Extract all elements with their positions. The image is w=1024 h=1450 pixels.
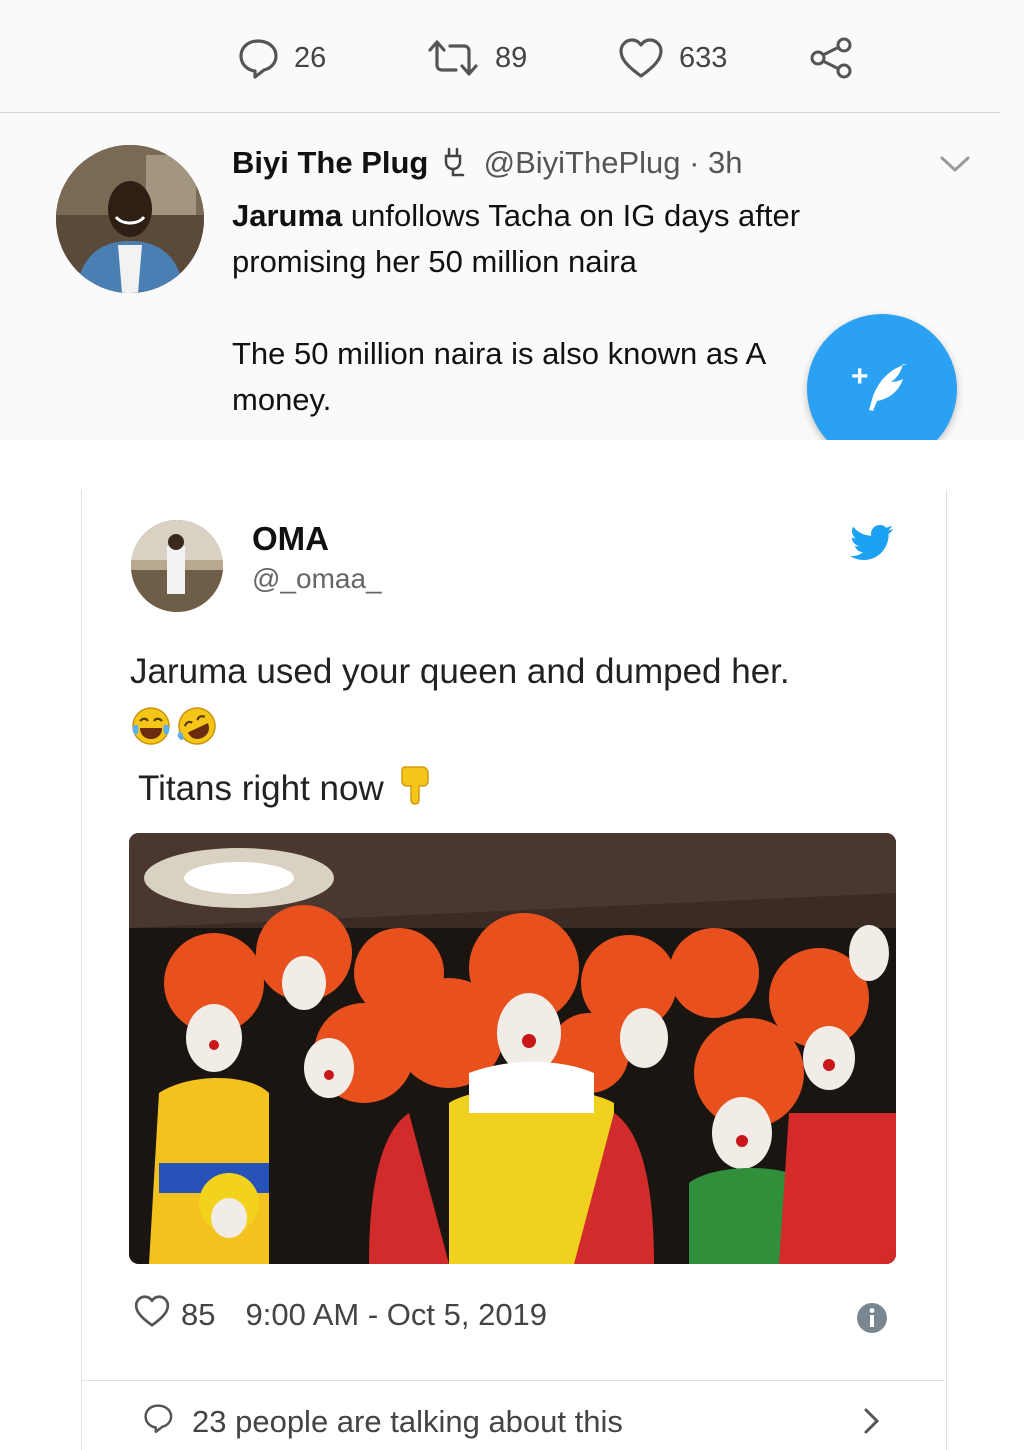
compose-tweet-button[interactable]: + xyxy=(807,314,957,440)
talking-count-text: 23 people are talking about this xyxy=(192,1404,623,1439)
emoji-row xyxy=(130,705,218,752)
tweet-photo[interactable] xyxy=(129,833,896,1264)
titans-line: Titans right now xyxy=(138,763,432,814)
profile-photo xyxy=(131,520,223,612)
chevron-right-icon[interactable] xyxy=(862,1406,882,1441)
embed-display-name[interactable]: OMA xyxy=(252,520,329,558)
embed-handle[interactable]: @_omaa_ xyxy=(252,563,382,595)
backhand-index-pointing-down-icon xyxy=(398,763,432,814)
twitter-bird-icon[interactable] xyxy=(849,524,895,569)
titans-text: Titans right now xyxy=(138,768,384,808)
clowns-photo-image xyxy=(129,833,896,1264)
compose-feather-icon: + xyxy=(851,360,907,411)
top-panel: 26 89 633 Biyi The Plug @BiyiThePlug · 3… xyxy=(0,0,1024,440)
embed-timestamp[interactable]: 9:00 AM - Oct 5, 2019 xyxy=(245,1297,547,1333)
conversation-link[interactable]: 23 people are talking about this xyxy=(140,1402,623,1442)
embed-like-count: 85 xyxy=(181,1297,216,1332)
plus-sign: + xyxy=(851,360,869,393)
like-icon[interactable] xyxy=(133,1293,171,1337)
avatar[interactable] xyxy=(131,520,223,612)
face-with-tears-of-joy-icon xyxy=(130,705,172,752)
comment-icon xyxy=(140,1402,176,1442)
rolling-on-floor-laughing-icon xyxy=(176,705,218,752)
divider xyxy=(82,1380,944,1381)
embed-tweet-text: Jaruma used your queen and dumped her. xyxy=(130,652,790,691)
info-icon[interactable] xyxy=(856,1302,888,1339)
embed-footer: 85 9:00 AM - Oct 5, 2019 xyxy=(133,1293,547,1337)
